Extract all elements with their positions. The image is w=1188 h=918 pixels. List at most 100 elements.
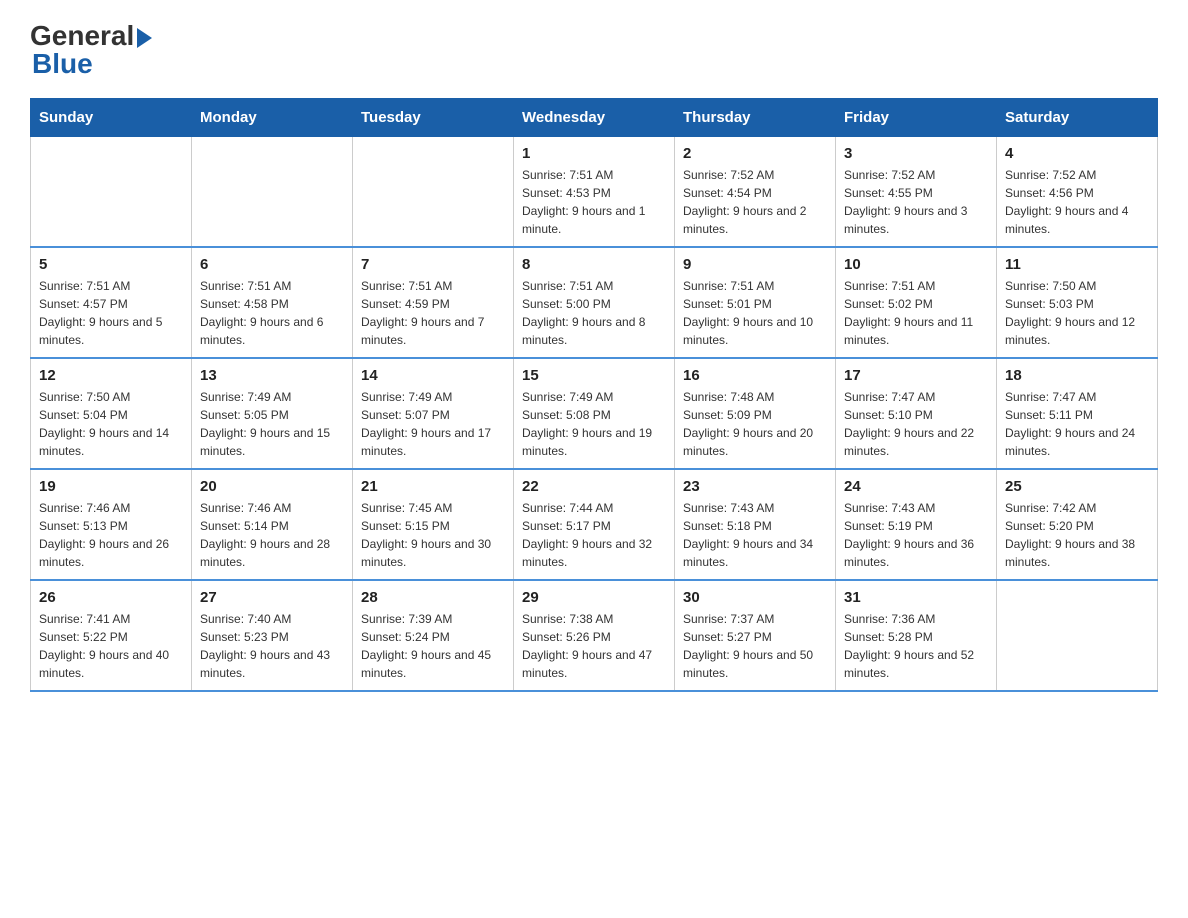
day-cell: 4 Sunrise: 7:52 AMSunset: 4:56 PMDaylight…	[997, 137, 1158, 248]
day-cell: 27 Sunrise: 7:40 AMSunset: 5:23 PMDayligh…	[192, 580, 353, 691]
day-cell: 6Sunrise: 7:51 AMSunset: 4:58 PMDaylight…	[192, 247, 353, 358]
day-number: 10	[844, 256, 988, 273]
day-number: 30	[683, 589, 827, 606]
day-cell: 9 Sunrise: 7:51 AMSunset: 5:01 PMDaylight…	[675, 247, 836, 358]
day-number: 27	[200, 589, 344, 606]
day-cell: 22 Sunrise: 7:44 AMSunset: 5:17 PMDayligh…	[514, 469, 675, 580]
day-number: 5	[39, 256, 183, 273]
day-info: Sunrise: 7:44 AMSunset: 5:17 PMDaylight:…	[522, 499, 666, 571]
day-number: 25	[1005, 478, 1149, 495]
day-info: Sunrise: 7:51 AMSunset: 4:57 PMDaylight:…	[39, 277, 183, 349]
day-number: 1	[522, 145, 666, 162]
day-cell: 10 Sunrise: 7:51 AMSunset: 5:02 PMDayligh…	[836, 247, 997, 358]
day-info: Sunrise: 7:50 AMSunset: 5:04 PMDaylight:…	[39, 388, 183, 460]
week-row-2: 5 Sunrise: 7:51 AMSunset: 4:57 PMDaylight…	[31, 247, 1158, 358]
day-number: 17	[844, 367, 988, 384]
day-cell: 15Sunrise: 7:49 AMSunset: 5:08 PMDayligh…	[514, 358, 675, 469]
day-number: 15	[522, 367, 666, 384]
day-cell: 20 Sunrise: 7:46 AMSunset: 5:14 PMDayligh…	[192, 469, 353, 580]
calendar-table: Sunday Monday Tuesday Wednesday Thursday…	[30, 98, 1158, 692]
day-info: Sunrise: 7:51 AMSunset: 4:59 PMDaylight:…	[361, 277, 505, 349]
day-cell: 24Sunrise: 7:43 AMSunset: 5:19 PMDayligh…	[836, 469, 997, 580]
header-wednesday: Wednesday	[514, 99, 675, 137]
day-info: Sunrise: 7:46 AMSunset: 5:14 PMDaylight:…	[200, 499, 344, 571]
day-number: 13	[200, 367, 344, 384]
week-row-5: 26Sunrise: 7:41 AMSunset: 5:22 PMDayligh…	[31, 580, 1158, 691]
day-cell: 7 Sunrise: 7:51 AMSunset: 4:59 PMDaylight…	[353, 247, 514, 358]
day-number: 23	[683, 478, 827, 495]
day-cell: 11 Sunrise: 7:50 AMSunset: 5:03 PMDayligh…	[997, 247, 1158, 358]
page-header: General Blue	[30, 20, 1158, 80]
day-number: 8	[522, 256, 666, 273]
day-number: 2	[683, 145, 827, 162]
day-cell: 28Sunrise: 7:39 AMSunset: 5:24 PMDayligh…	[353, 580, 514, 691]
week-row-4: 19 Sunrise: 7:46 AMSunset: 5:13 PMDayligh…	[31, 469, 1158, 580]
day-cell	[353, 137, 514, 248]
day-cell	[192, 137, 353, 248]
day-number: 20	[200, 478, 344, 495]
day-cell: 23 Sunrise: 7:43 AMSunset: 5:18 PMDayligh…	[675, 469, 836, 580]
day-info: Sunrise: 7:39 AMSunset: 5:24 PMDaylight:…	[361, 610, 505, 682]
day-info: Sunrise: 7:47 AMSunset: 5:10 PMDaylight:…	[844, 388, 988, 460]
day-cell: 5 Sunrise: 7:51 AMSunset: 4:57 PMDaylight…	[31, 247, 192, 358]
day-info: Sunrise: 7:52 AMSunset: 4:54 PMDaylight:…	[683, 166, 827, 238]
day-number: 16	[683, 367, 827, 384]
day-info: Sunrise: 7:50 AMSunset: 5:03 PMDaylight:…	[1005, 277, 1149, 349]
day-info: Sunrise: 7:51 AMSunset: 5:01 PMDaylight:…	[683, 277, 827, 349]
day-number: 4	[1005, 145, 1149, 162]
day-info: Sunrise: 7:48 AMSunset: 5:09 PMDaylight:…	[683, 388, 827, 460]
day-info: Sunrise: 7:52 AMSunset: 4:55 PMDaylight:…	[844, 166, 988, 238]
day-number: 7	[361, 256, 505, 273]
day-cell: 16 Sunrise: 7:48 AMSunset: 5:09 PMDayligh…	[675, 358, 836, 469]
day-info: Sunrise: 7:52 AMSunset: 4:56 PMDaylight:…	[1005, 166, 1149, 238]
day-number: 29	[522, 589, 666, 606]
day-number: 14	[361, 367, 505, 384]
day-cell: 21 Sunrise: 7:45 AMSunset: 5:15 PMDayligh…	[353, 469, 514, 580]
day-number: 31	[844, 589, 988, 606]
day-cell: 17 Sunrise: 7:47 AMSunset: 5:10 PMDayligh…	[836, 358, 997, 469]
day-info: Sunrise: 7:46 AMSunset: 5:13 PMDaylight:…	[39, 499, 183, 571]
day-cell: 31Sunrise: 7:36 AMSunset: 5:28 PMDayligh…	[836, 580, 997, 691]
day-info: Sunrise: 7:37 AMSunset: 5:27 PMDaylight:…	[683, 610, 827, 682]
day-info: Sunrise: 7:51 AMSunset: 4:58 PMDaylight:…	[200, 277, 344, 349]
day-info: Sunrise: 7:43 AMSunset: 5:18 PMDaylight:…	[683, 499, 827, 571]
day-number: 26	[39, 589, 183, 606]
logo-arrow-icon	[137, 28, 152, 48]
day-info: Sunrise: 7:40 AMSunset: 5:23 PMDaylight:…	[200, 610, 344, 682]
logo: General Blue	[30, 20, 152, 80]
day-number: 24	[844, 478, 988, 495]
logo-blue-text: Blue	[32, 48, 93, 80]
day-info: Sunrise: 7:38 AMSunset: 5:26 PMDaylight:…	[522, 610, 666, 682]
day-info: Sunrise: 7:42 AMSunset: 5:20 PMDaylight:…	[1005, 499, 1149, 571]
week-row-1: 1 Sunrise: 7:51 AMSunset: 4:53 PMDaylight…	[31, 137, 1158, 248]
header-monday: Monday	[192, 99, 353, 137]
day-number: 12	[39, 367, 183, 384]
header-row: Sunday Monday Tuesday Wednesday Thursday…	[31, 99, 1158, 137]
day-info: Sunrise: 7:51 AMSunset: 4:53 PMDaylight:…	[522, 166, 666, 238]
day-info: Sunrise: 7:51 AMSunset: 5:00 PMDaylight:…	[522, 277, 666, 349]
day-cell	[31, 137, 192, 248]
day-number: 9	[683, 256, 827, 273]
day-cell: 26Sunrise: 7:41 AMSunset: 5:22 PMDayligh…	[31, 580, 192, 691]
day-cell: 29 Sunrise: 7:38 AMSunset: 5:26 PMDayligh…	[514, 580, 675, 691]
day-info: Sunrise: 7:49 AMSunset: 5:05 PMDaylight:…	[200, 388, 344, 460]
week-row-3: 12 Sunrise: 7:50 AMSunset: 5:04 PMDayligh…	[31, 358, 1158, 469]
day-number: 22	[522, 478, 666, 495]
day-cell: 30 Sunrise: 7:37 AMSunset: 5:27 PMDayligh…	[675, 580, 836, 691]
day-number: 11	[1005, 256, 1149, 273]
day-cell: 18Sunrise: 7:47 AMSunset: 5:11 PMDayligh…	[997, 358, 1158, 469]
header-thursday: Thursday	[675, 99, 836, 137]
day-cell	[997, 580, 1158, 691]
day-info: Sunrise: 7:51 AMSunset: 5:02 PMDaylight:…	[844, 277, 988, 349]
day-number: 21	[361, 478, 505, 495]
header-tuesday: Tuesday	[353, 99, 514, 137]
day-info: Sunrise: 7:45 AMSunset: 5:15 PMDaylight:…	[361, 499, 505, 571]
day-number: 19	[39, 478, 183, 495]
day-number: 3	[844, 145, 988, 162]
day-cell: 12 Sunrise: 7:50 AMSunset: 5:04 PMDayligh…	[31, 358, 192, 469]
day-cell: 2 Sunrise: 7:52 AMSunset: 4:54 PMDaylight…	[675, 137, 836, 248]
day-cell: 14 Sunrise: 7:49 AMSunset: 5:07 PMDayligh…	[353, 358, 514, 469]
header-sunday: Sunday	[31, 99, 192, 137]
day-info: Sunrise: 7:49 AMSunset: 5:07 PMDaylight:…	[361, 388, 505, 460]
day-cell: 1 Sunrise: 7:51 AMSunset: 4:53 PMDaylight…	[514, 137, 675, 248]
